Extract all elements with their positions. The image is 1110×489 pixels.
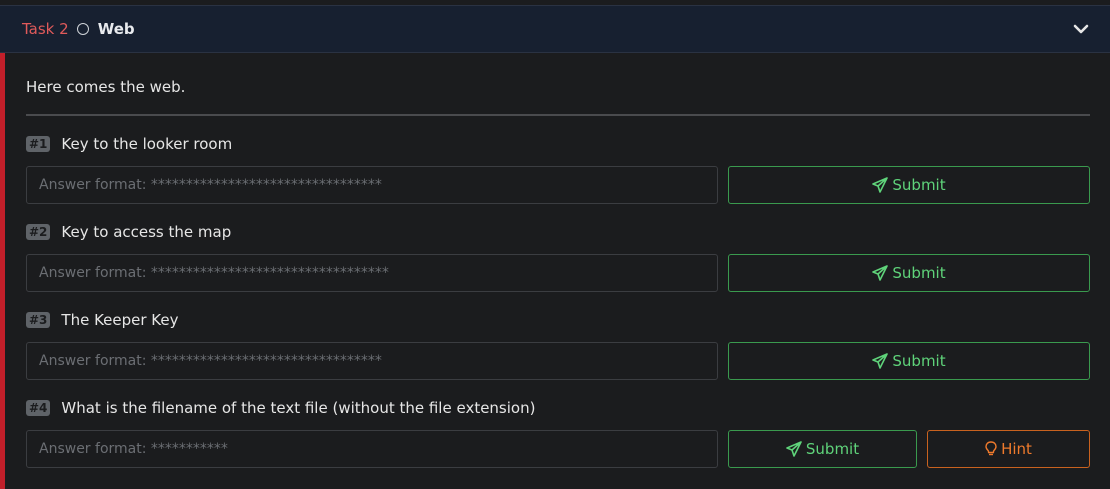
submit-label: Submit xyxy=(892,264,946,282)
question-4-label: #4 What is the filename of the text file… xyxy=(26,399,535,417)
submit-label: Submit xyxy=(892,176,946,194)
paper-plane-icon xyxy=(872,177,889,193)
task-title: Web xyxy=(97,20,135,38)
submit-label: Submit xyxy=(892,352,946,370)
question-text: Key to access the map xyxy=(61,223,232,241)
question-text: What is the filename of the text file (w… xyxy=(61,399,536,417)
task-card: Task 2 Web Here comes the web. #1 Key to… xyxy=(0,0,1110,489)
question-number-badge: #1 xyxy=(26,136,51,152)
task-accent-bar xyxy=(0,53,5,489)
question-number-badge: #3 xyxy=(26,312,51,328)
hint-label: Hint xyxy=(1001,440,1032,458)
lightbulb-icon xyxy=(985,441,997,456)
task-number-label: Task 2 xyxy=(22,20,69,38)
chevron-down-icon[interactable] xyxy=(1072,20,1090,38)
divider xyxy=(26,114,1090,116)
task-header[interactable]: Task 2 Web xyxy=(0,5,1110,53)
submit-button-1[interactable]: Submit xyxy=(728,166,1090,204)
question-3-label: #3 The Keeper Key xyxy=(26,311,179,329)
question-text: Key to the looker room xyxy=(61,135,233,153)
answer-input-3[interactable]: Answer format: *************************… xyxy=(26,342,718,380)
answer-input-1[interactable]: Answer format: *************************… xyxy=(26,166,718,204)
question-text: The Keeper Key xyxy=(61,311,179,329)
submit-label: Submit xyxy=(805,440,860,458)
question-1-label: #1 Key to the looker room xyxy=(26,135,232,153)
question-number-badge: #4 xyxy=(26,400,51,416)
submit-button-4[interactable]: Submit xyxy=(728,430,917,468)
question-2-label: #2 Key to access the map xyxy=(26,223,231,241)
paper-plane-icon xyxy=(786,441,802,457)
task-description: Here comes the web. xyxy=(26,78,186,96)
paper-plane-icon xyxy=(872,265,889,281)
question-number-badge: #2 xyxy=(26,224,51,240)
answer-input-4[interactable]: Answer format: *********** xyxy=(26,430,718,468)
circle-icon xyxy=(76,23,89,35)
answer-input-2[interactable]: Answer format: *************************… xyxy=(26,254,718,292)
submit-button-2[interactable]: Submit xyxy=(728,254,1090,292)
submit-button-3[interactable]: Submit xyxy=(728,342,1090,380)
hint-button[interactable]: Hint xyxy=(927,430,1090,468)
paper-plane-icon xyxy=(872,353,889,369)
